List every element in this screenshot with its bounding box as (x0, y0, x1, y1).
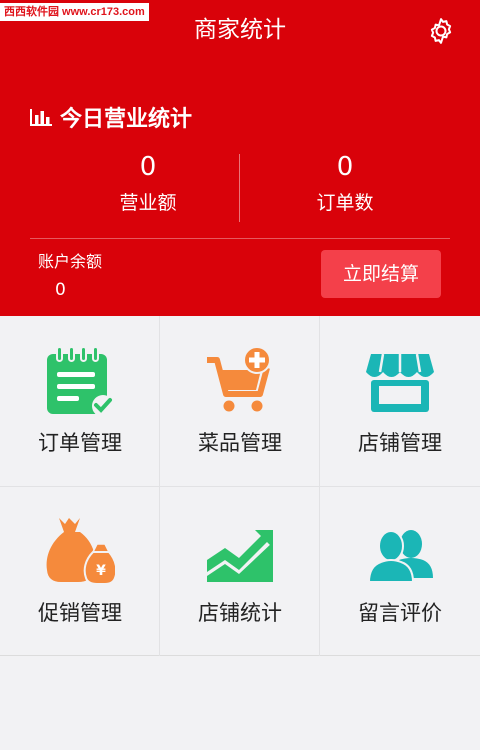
orders-value: 0 (336, 152, 354, 182)
users-icon (367, 530, 433, 583)
stats-title: 今日营业统计 (30, 101, 192, 133)
menu-item-order-management[interactable]: 订单管理 (0, 316, 160, 486)
today-stats-panel: 今日营业统计 0 营业额 0 订单数 账户余额 0 立即结算 (0, 66, 480, 316)
gear-icon[interactable] (426, 16, 456, 46)
app-header: 西西软件园 www.cr173.com 商家统计 (0, 0, 480, 66)
menu-grid: 订单管理 菜品管理 店铺管理 ¥ 促销管理 店铺统计 留言评价 (0, 316, 480, 656)
menu-item-promotion-management[interactable]: ¥ 促销管理 (0, 486, 160, 656)
balance-label: 账户余额 (38, 252, 103, 271)
trend-chart-icon (207, 530, 273, 582)
orders-stat: 0 订单数 (225, 152, 465, 215)
orders-label: 订单数 (316, 192, 374, 214)
menu-item-dish-management[interactable]: 菜品管理 (160, 316, 320, 486)
menu-label: 留言评价 (358, 601, 442, 625)
menu-item-reviews[interactable]: 留言评价 (320, 486, 480, 656)
menu-label: 订单管理 (38, 431, 122, 455)
menu-label: 店铺管理 (358, 431, 442, 455)
svg-text:¥: ¥ (96, 563, 106, 579)
cart-add-icon (207, 346, 271, 412)
menu-label: 店铺统计 (198, 601, 282, 625)
page-title: 商家统计 (194, 17, 286, 43)
stats-title-text: 今日营业统计 (60, 107, 193, 132)
money-bag-icon: ¥ (46, 518, 115, 585)
menu-item-store-statistics[interactable]: 店铺统计 (160, 486, 320, 656)
menu-label: 菜品管理 (198, 431, 282, 455)
bar-chart-icon (30, 109, 52, 126)
menu-label: 促销管理 (38, 601, 122, 625)
store-icon (366, 353, 434, 412)
balance-value: 0 (55, 280, 66, 300)
menu-item-store-management[interactable]: 店铺管理 (320, 316, 480, 486)
settle-button[interactable]: 立即结算 (321, 250, 441, 298)
order-notepad-icon (47, 346, 114, 416)
stats-divider-line (30, 238, 450, 239)
